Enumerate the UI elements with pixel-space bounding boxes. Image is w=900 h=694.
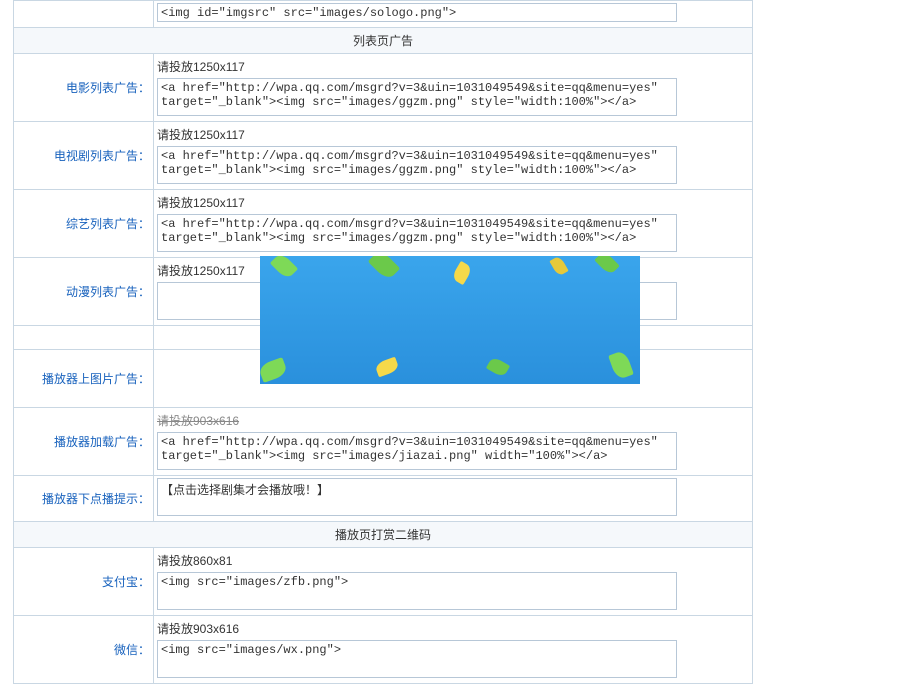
textarea-player-loading-ad[interactable] [157,432,677,470]
leaf-decoration-icon [260,357,288,383]
top-label-cell [14,1,154,28]
label-player-top-image-ad: 播放器上图片广告： [14,350,154,408]
label-alipay: 支付宝： [14,548,154,616]
ad-overlay-banner[interactable] [260,256,640,384]
textarea-wechat[interactable] [157,640,677,678]
leaf-decoration-icon [451,261,473,285]
leaf-decoration-icon [486,356,510,378]
hint-tv: 请投放1250x117 [157,124,749,146]
label-wechat: 微信： [14,616,154,684]
leaf-decoration-icon [549,256,568,277]
top-image-textarea[interactable] [157,3,677,22]
textarea-alipay[interactable] [157,572,677,610]
label-tv-list-ad: 电视剧列表广告： [14,122,154,190]
textarea-tv-list-ad[interactable] [157,146,677,184]
leaf-decoration-icon [368,256,401,281]
hint-variety: 请投放1250x117 [157,192,749,214]
section-qr-code: 播放页打赏二维码 [14,522,753,548]
leaf-decoration-icon [374,357,399,378]
section-title: 列表页广告 [14,28,753,54]
hint-player-loading: 请投放903x616 [157,410,749,432]
label-variety-list-ad: 综艺列表广告： [14,190,154,258]
section-title-2: 播放页打赏二维码 [14,522,753,548]
textarea-movie-list-ad[interactable] [157,78,677,116]
leaf-decoration-icon [594,256,619,276]
label-player-loading-ad: 播放器加载广告： [14,408,154,476]
hint-alipay: 请投放860x81 [157,550,749,572]
label-movie-list-ad: 电影列表广告： [14,54,154,122]
hint-wechat: 请投放903x616 [157,618,749,640]
textarea-variety-list-ad[interactable] [157,214,677,252]
label-player-bottom-tip: 播放器下点播提示： [14,476,154,522]
label-anime-list-ad: 动漫列表广告： [14,258,154,326]
textarea-player-bottom-tip[interactable] [157,478,677,516]
section-list-ads: 列表页广告 [14,28,753,54]
hint-movie: 请投放1250x117 [157,56,749,78]
leaf-decoration-icon [270,256,298,280]
leaf-decoration-icon [608,350,634,381]
